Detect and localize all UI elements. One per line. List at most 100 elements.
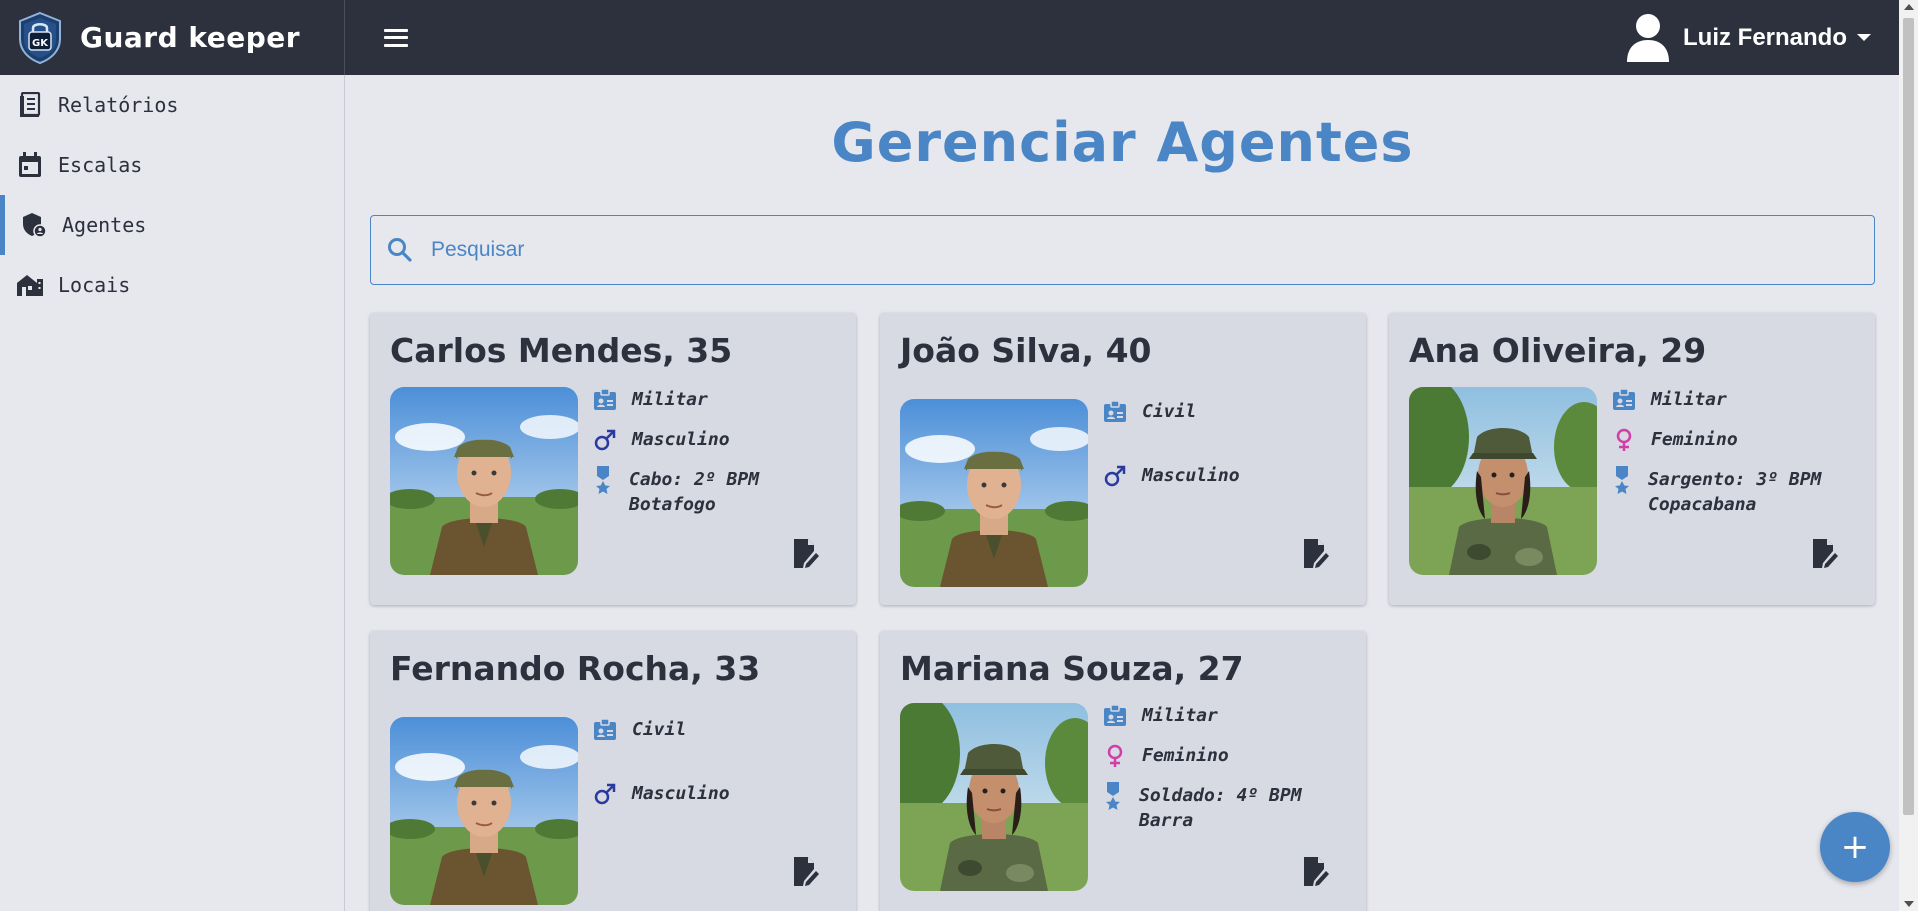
agent-type: Militar bbox=[1651, 389, 1727, 410]
agent-rank: Soldado: 4º BPM Barra bbox=[1139, 783, 1302, 833]
page-title: Gerenciar Agentes bbox=[831, 111, 1414, 174]
sidebar-item-locais[interactable]: Locais bbox=[0, 255, 344, 315]
edit-icon[interactable] bbox=[1302, 857, 1330, 887]
sidebar-item-label: Agentes bbox=[62, 213, 147, 237]
scrollbar-thumb[interactable] bbox=[1903, 18, 1914, 815]
agent-photo bbox=[390, 717, 578, 905]
scrollbar[interactable] bbox=[1899, 0, 1918, 911]
male-soldier-portrait bbox=[390, 387, 578, 575]
menu-line bbox=[384, 36, 408, 39]
sidebar-item-escalas[interactable]: Escalas bbox=[0, 135, 344, 195]
menu-line bbox=[384, 28, 408, 32]
male-soldier-portrait bbox=[900, 399, 1088, 587]
agent-gender-row: Feminino bbox=[1102, 743, 1229, 769]
agent-name-age: Mariana Souza, 27 bbox=[900, 649, 1244, 688]
sidebar-item-agentes[interactable]: Agentes bbox=[0, 195, 344, 255]
agent-rank-row: Sargento: 3º BPM Copacabana bbox=[1611, 466, 1821, 517]
male-icon bbox=[592, 781, 618, 807]
scroll-down-arrow-icon[interactable] bbox=[1904, 901, 1914, 907]
agent-photo bbox=[900, 399, 1088, 587]
medal-icon bbox=[592, 466, 614, 494]
plus-icon: + bbox=[1840, 827, 1870, 867]
agent-gender-row: Masculino bbox=[592, 427, 730, 453]
agent-rank-line2: Botafogo bbox=[629, 494, 716, 515]
logo-text: GK bbox=[32, 38, 49, 49]
id-card-icon bbox=[1611, 387, 1637, 413]
agent-rank-line2: Barra bbox=[1139, 810, 1194, 831]
main-content: Gerenciar Agentes Carlos Mendes, 35 bbox=[346, 75, 1899, 911]
medal-icon bbox=[1611, 466, 1633, 494]
agent-type: Militar bbox=[1142, 705, 1218, 726]
sidebar-item-label: Locais bbox=[58, 273, 131, 297]
agent-card: Ana Oliveira, 29 Militar Feminino Sargen… bbox=[1389, 313, 1875, 605]
app-name: Guard keeper bbox=[80, 21, 301, 54]
agent-gender: Masculino bbox=[632, 429, 730, 450]
edit-icon[interactable] bbox=[1811, 539, 1839, 569]
brand[interactable]: GK Guard keeper bbox=[0, 0, 345, 75]
male-icon bbox=[592, 427, 618, 453]
id-card-icon bbox=[1102, 399, 1128, 425]
user-menu[interactable]: Luiz Fernando bbox=[1625, 0, 1871, 75]
edit-icon[interactable] bbox=[792, 857, 820, 887]
menu-line bbox=[384, 43, 408, 47]
top-bar: GK Guard keeper Luiz Fernando bbox=[0, 0, 1899, 75]
agent-gender: Masculino bbox=[1142, 465, 1240, 486]
id-card-icon bbox=[592, 717, 618, 743]
female-icon bbox=[1102, 743, 1128, 769]
agent-type: Civil bbox=[1142, 401, 1197, 422]
agent-rank-line1: Sargento: 3º BPM bbox=[1648, 469, 1822, 490]
agent-photo bbox=[1409, 387, 1597, 575]
user-name: Luiz Fernando bbox=[1683, 23, 1847, 51]
agent-photo bbox=[900, 703, 1088, 891]
sidebar-item-label: Escalas bbox=[58, 153, 143, 177]
sidebar-item-label: Relatórios bbox=[58, 93, 179, 117]
agent-name-age: Carlos Mendes, 35 bbox=[390, 331, 733, 370]
search-icon bbox=[388, 238, 412, 262]
id-card-icon bbox=[1102, 703, 1128, 729]
agent-gender-row: Masculino bbox=[1102, 463, 1240, 489]
add-agent-button[interactable]: + bbox=[1820, 812, 1890, 882]
female-soldier-portrait bbox=[900, 703, 1088, 891]
edit-icon[interactable] bbox=[792, 539, 820, 569]
agent-rank-line1: Cabo: 2º BPM bbox=[629, 469, 760, 490]
agent-card: João Silva, 40 Civil Masculino bbox=[880, 313, 1366, 605]
agent-type: Civil bbox=[632, 719, 687, 740]
chevron-down-icon bbox=[1857, 34, 1871, 41]
agent-photo bbox=[390, 387, 578, 575]
agent-name-age: Ana Oliveira, 29 bbox=[1409, 331, 1707, 370]
agent-rank-line1: Soldado: 4º BPM bbox=[1139, 785, 1302, 806]
agent-type: Militar bbox=[632, 389, 708, 410]
agent-rank-row: Soldado: 4º BPM Barra bbox=[1102, 782, 1302, 833]
agent-card: Fernando Rocha, 33 Civil Masculino bbox=[370, 631, 856, 911]
agent-gender: Feminino bbox=[1651, 429, 1738, 450]
id-card-icon bbox=[592, 387, 618, 413]
agent-card: Mariana Souza, 27 Militar Feminino Solda… bbox=[880, 631, 1366, 911]
agent-rank: Cabo: 2º BPM Botafogo bbox=[629, 467, 759, 517]
agent-gender-row: Feminino bbox=[1611, 427, 1738, 453]
agent-type-row: Civil bbox=[1102, 399, 1196, 425]
hamburger-menu-button[interactable] bbox=[381, 26, 411, 50]
scroll-up-arrow-icon[interactable] bbox=[1904, 4, 1914, 10]
agent-type-row: Civil bbox=[592, 717, 686, 743]
agent-gender-row: Masculino bbox=[592, 781, 730, 807]
buildings-icon bbox=[16, 271, 44, 299]
agent-name-age: Fernando Rocha, 33 bbox=[390, 649, 761, 688]
agent-type-row: Militar bbox=[592, 387, 708, 413]
search-box[interactable] bbox=[370, 215, 1875, 285]
agent-gender: Masculino bbox=[632, 783, 730, 804]
agent-type-row: Militar bbox=[1102, 703, 1218, 729]
female-soldier-portrait bbox=[1409, 387, 1597, 575]
shield-user-icon bbox=[20, 211, 48, 239]
sidebar-item-relatorios[interactable]: Relatórios bbox=[0, 75, 344, 135]
agent-rank-line2: Copacabana bbox=[1648, 494, 1757, 515]
agent-gender: Feminino bbox=[1142, 745, 1229, 766]
user-avatar-icon bbox=[1627, 13, 1669, 62]
guard-keeper-logo-icon: GK bbox=[19, 11, 61, 64]
medal-icon bbox=[1102, 782, 1124, 810]
agent-rank-row: Cabo: 2º BPM Botafogo bbox=[592, 466, 759, 517]
agent-rank: Sargento: 3º BPM Copacabana bbox=[1648, 467, 1821, 517]
search-input[interactable] bbox=[431, 238, 1831, 262]
edit-icon[interactable] bbox=[1302, 539, 1330, 569]
agent-type-row: Militar bbox=[1611, 387, 1727, 413]
female-icon bbox=[1611, 427, 1637, 453]
